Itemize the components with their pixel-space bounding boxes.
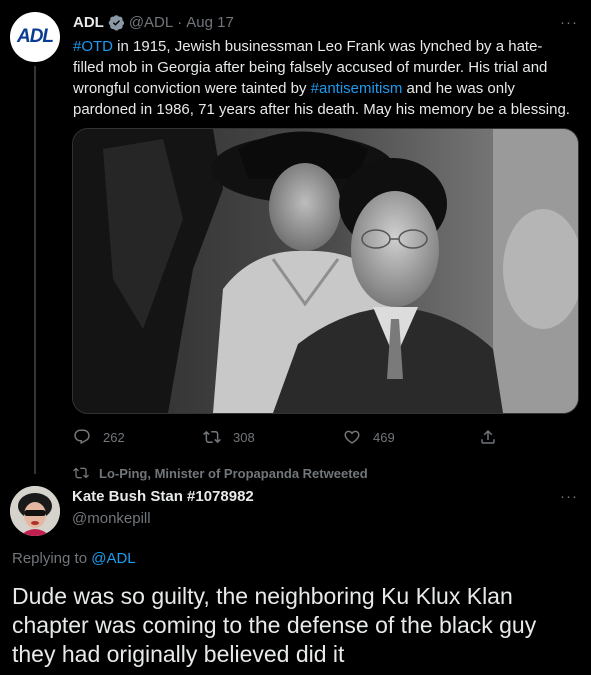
verified-icon [108,14,125,31]
share-action[interactable] [479,428,509,446]
reply-author-name[interactable]: Kate Bush Stan #1078982 [72,488,254,505]
replying-to-line: Replying to @ADL [12,550,136,567]
like-count: 469 [373,429,395,445]
retweet-icon [203,430,221,444]
reply-icon [74,429,90,445]
replying-prefix: Replying to [12,550,92,567]
reply-avatar[interactable] [10,486,60,536]
reply-count: 262 [103,429,125,445]
adl-logo: ADL [16,26,54,47]
reply-more-button[interactable]: ··· [560,488,578,505]
hashtag-otd[interactable]: #OTD [73,38,113,55]
retweet-action[interactable]: 308 [203,428,255,446]
retweet-notice-text: Lo-Ping, Minister of Propapanda Retweete… [99,465,368,481]
author-handle[interactable]: @ADL [129,14,173,31]
retweet-notice-icon [73,467,89,479]
like-icon [344,430,360,444]
hashtag-antisemitism[interactable]: #antisemitism [311,80,403,97]
tweet-text: #OTD in 1915, Jewish businessman Leo Fra… [73,36,573,120]
meta-separator: · [177,14,183,31]
author-name[interactable]: ADL [73,14,104,31]
reply-text: Dude was so guilty, the neighboring Ku K… [12,583,537,667]
tweet-action-bar: 262 308 469 [73,428,513,448]
reply-action[interactable]: 262 [73,428,125,446]
share-icon [481,429,495,444]
like-action[interactable]: 469 [343,428,395,446]
replying-to-handle[interactable]: @ADL [91,550,135,567]
tweet-photo[interactable] [72,128,579,414]
retweet-notice[interactable]: Lo-Ping, Minister of Propapanda Retweete… [73,465,368,481]
tweet-date[interactable]: Aug 17 [186,14,234,31]
retweet-count: 308 [233,429,255,445]
tweet-more-button[interactable]: ··· [560,14,578,31]
tweet-header: ADL @ADL · Aug 17 [73,14,234,31]
adl-avatar[interactable]: ADL [10,12,60,62]
reply-author-handle[interactable]: @monkepill [72,510,151,527]
thread-line [34,66,36,474]
